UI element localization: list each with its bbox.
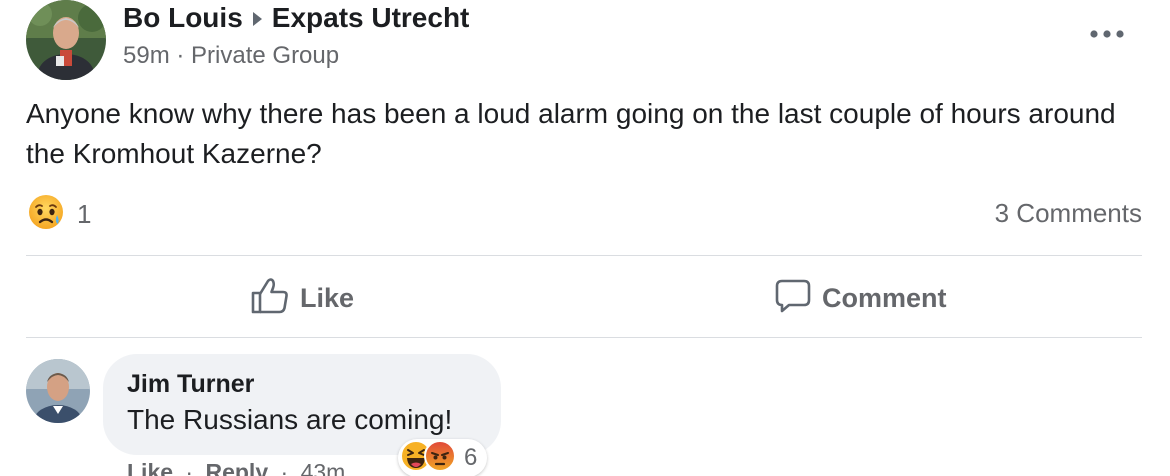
reaction-count: 1 [77,198,92,229]
comment-actions-separator: · [185,459,194,476]
divider [26,337,1142,338]
facebook-post: Bo Louis Expats Utrecht 59m · Private Gr… [0,0,1170,476]
meta-separator: · [176,42,185,69]
post-text: Anyone know why there has been a loud al… [26,98,1116,169]
comment-actions-separator: · [280,459,289,476]
comment-text: The Russians are coming! [127,404,453,435]
like-label: Like [300,282,355,313]
comments-count-link[interactable]: 3 Comments [995,198,1142,229]
comment-reaction-count: 6 [464,444,478,471]
like-button[interactable]: Like [250,277,355,320]
arrow-right-icon [252,12,262,26]
post-header: Bo Louis Expats Utrecht [123,2,469,34]
thumbs-up-icon [250,277,290,320]
comment-like-link[interactable]: Like [127,459,173,476]
post-meta: 59m · Private Group [123,42,339,70]
commenter-avatar[interactable] [26,359,90,423]
comment-timestamp[interactable]: 43m [301,459,346,476]
comment-actions: Like · Reply · 43m [127,459,345,476]
author-name[interactable]: Bo Louis [123,2,243,34]
comment-reply-link[interactable]: Reply [205,459,268,476]
angry-reaction-icon [424,439,456,476]
comment-reaction-summary[interactable]: 6 [398,439,488,476]
group-name[interactable]: Expats Utrecht [272,2,470,34]
author-avatar[interactable] [26,0,106,80]
privacy-label: Private Group [191,42,340,69]
post-timestamp[interactable]: 59m [123,42,170,69]
comment-author[interactable]: Jim Turner [127,370,254,399]
more-options-icon[interactable] [1087,22,1127,46]
divider [26,255,1142,256]
sad-reaction-icon [27,193,65,236]
comment-label: Comment [822,282,947,313]
reaction-summary[interactable]: 1 [27,194,92,232]
comment-button[interactable]: Comment [774,278,947,318]
comment-icon [774,278,812,319]
